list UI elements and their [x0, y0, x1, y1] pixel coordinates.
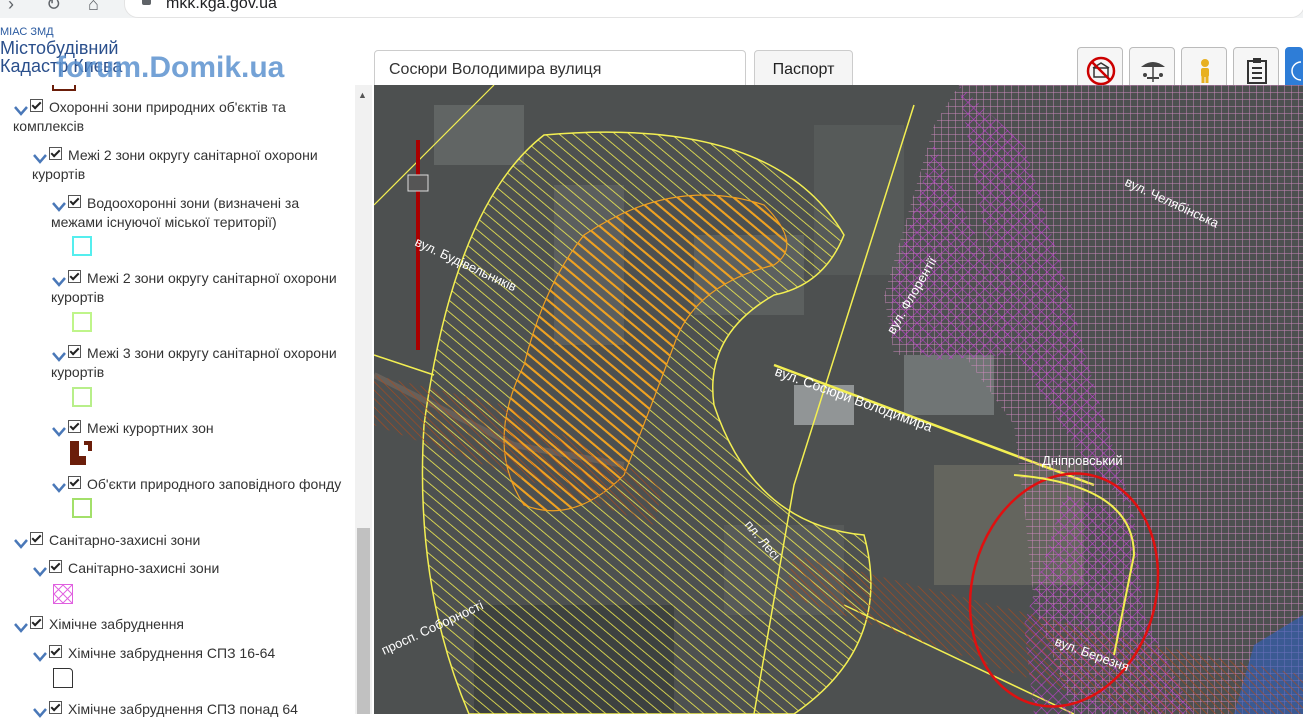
forward-icon[interactable]: ›: [8, 0, 14, 15]
legend-swatch: [53, 584, 73, 604]
layer-label-continued: курортів: [51, 364, 105, 380]
layer-checkbox[interactable]: [68, 345, 81, 358]
expand-chevron-icon[interactable]: [33, 151, 47, 164]
expand-chevron-icon[interactable]: [52, 480, 66, 493]
map-canvas[interactable]: вул. Сосюри Володимира вул. Будівельникі…: [374, 85, 1303, 714]
no-kiosk-icon: [1086, 56, 1116, 86]
expand-chevron-icon[interactable]: [33, 649, 47, 662]
layer-checkbox[interactable]: [68, 195, 81, 208]
layer-label-continued: курортів: [51, 289, 105, 305]
layer-label: Об'єкти природного заповідного фонду: [87, 476, 342, 492]
expand-chevron-icon[interactable]: [52, 424, 66, 437]
layer-label: Межі курортних зон: [87, 420, 214, 436]
logo-subtitle: МІАС ЗМД: [0, 26, 54, 38]
url-text: mkk.kga.gov.ua: [166, 0, 277, 12]
layer-checkbox[interactable]: [68, 420, 81, 433]
lock-icon: [142, 0, 151, 5]
expand-chevron-icon[interactable]: [52, 349, 66, 362]
layer-checkbox[interactable]: [68, 270, 81, 283]
legend-swatch: [72, 236, 92, 256]
zoom-slider-handle[interactable]: [407, 174, 429, 192]
passport-button[interactable]: Паспорт: [754, 50, 853, 90]
sidebar-scroll-thumb[interactable]: [357, 528, 370, 714]
layer-label: Санітарно-захисні зони: [49, 532, 201, 548]
layer-checkbox[interactable]: [30, 616, 43, 629]
person-icon: [1201, 59, 1209, 83]
legend-swatch: [72, 498, 92, 518]
expand-chevron-icon[interactable]: [14, 620, 28, 633]
layer-checkbox[interactable]: [30, 99, 43, 112]
browser-toolbar: › ↻ ⌂ mkk.kga.gov.ua: [0, 0, 1303, 18]
legend-swatch: [70, 441, 94, 465]
layer-checkbox[interactable]: [30, 532, 43, 545]
legend-swatch: [72, 312, 92, 332]
layer-label-continued: межами існуючої міської території): [51, 214, 277, 230]
scroll-up-arrow[interactable]: ▲: [358, 90, 367, 100]
legend-swatch: [53, 668, 73, 688]
reload-icon[interactable]: ↻: [46, 0, 61, 15]
expand-chevron-icon[interactable]: [14, 103, 28, 116]
layer-label: Межі 3 зони округу санітарної охорони: [87, 345, 337, 361]
expand-chevron-icon[interactable]: [33, 564, 47, 577]
layer-label: Охоронні зони природних об'єктів та: [49, 99, 286, 115]
watermark: forum.Domik.ua: [56, 51, 285, 84]
address-bar[interactable]: [124, 0, 1303, 18]
layer-label: Межі 2 зони округу санітарної охорони: [68, 147, 318, 163]
layer-checkbox[interactable]: [49, 560, 62, 573]
layer-label: Санітарно-захисні зони: [68, 560, 220, 576]
map-view[interactable]: вул. Сосюри Володимира вул. Будівельникі…: [374, 85, 1303, 714]
layer-label: Межі 2 зони округу санітарної охорони: [87, 270, 337, 286]
map-label-dniprovskyi: Дніпровський: [1042, 453, 1123, 468]
globe-icon: [1291, 61, 1301, 81]
clipboard-icon: [1247, 58, 1267, 84]
layer-label: Водоохоронні зони (визначені за: [87, 195, 300, 211]
layer-label: Хімічне забруднення СПЗ 16-64: [68, 645, 276, 661]
layer-label-continued: комплексів: [13, 118, 85, 134]
expand-chevron-icon[interactable]: [52, 199, 66, 212]
layer-label-continued: курортів: [32, 166, 86, 182]
expand-chevron-icon[interactable]: [14, 536, 28, 549]
layer-checkbox[interactable]: [68, 476, 81, 489]
expand-chevron-icon[interactable]: [52, 274, 66, 287]
search-input[interactable]: [374, 50, 746, 90]
layer-checkbox[interactable]: [49, 701, 62, 714]
home-icon[interactable]: ⌂: [88, 0, 99, 15]
legend-swatch: [72, 387, 92, 407]
layer-label: Хімічне забруднення: [49, 616, 185, 632]
umbrella-cafe-icon: [1141, 62, 1165, 82]
layer-label: Хімічне забруднення СПЗ понад 64: [68, 701, 298, 717]
layer-checkbox[interactable]: [49, 645, 62, 658]
legend-swatch-partial: [52, 85, 76, 91]
layer-checkbox[interactable]: [49, 147, 62, 160]
app-header: МІАС ЗМД Містобудівний Кадастр Києва for…: [0, 18, 1303, 100]
